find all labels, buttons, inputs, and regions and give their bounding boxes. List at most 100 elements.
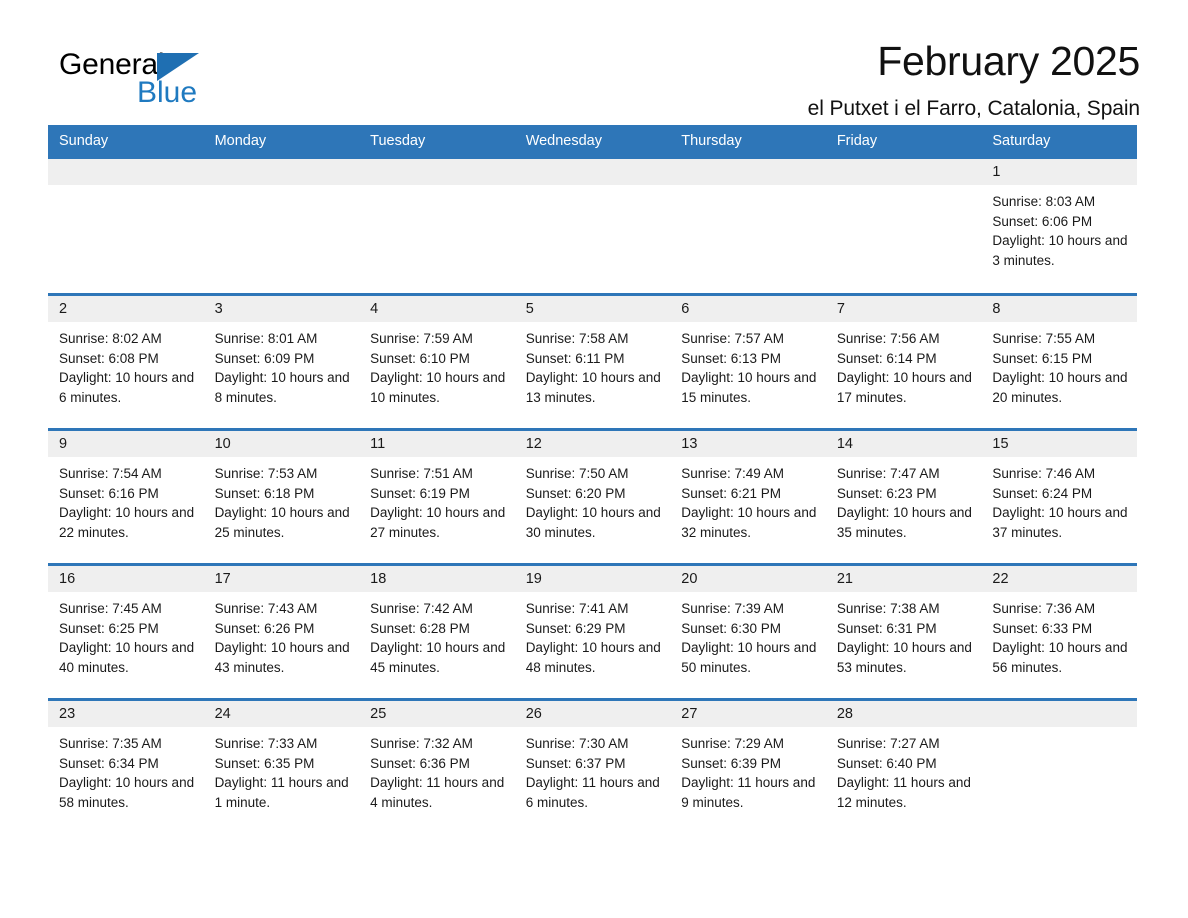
calendar-day-cell[interactable]: 24 Sunrise: 7:33 AM Sunset: 6:35 PM Dayligh… [203, 698, 360, 821]
calendar-day-cell[interactable]: 23 Sunrise: 7:35 AM Sunset: 6:34 PM Dayligh… [48, 698, 204, 821]
day-number: 27 [670, 701, 826, 727]
sunset-text: Sunset: 6:30 PM [681, 620, 782, 636]
calendar-day-cell[interactable]: 10 Sunrise: 7:53 AM Sunset: 6:18 PM Dayligh… [203, 428, 360, 565]
day-sun-info: Sunrise: 7:58 AM Sunset: 6:11 PM Daylight:… [515, 322, 671, 407]
day-sun-info: Sunrise: 7:43 AM Sunset: 6:26 PM Daylight:… [204, 592, 360, 677]
sunrise-text: Sunrise: 7:53 AM [214, 466, 318, 481]
day-cell-content [670, 159, 826, 293]
sunset-text: Sunset: 6:31 PM [836, 620, 937, 636]
day-sun-info: Sunrise: 7:56 AM Sunset: 6:14 PM Daylight:… [826, 322, 982, 407]
sunrise-text: Sunrise: 7:39 AM [681, 601, 785, 616]
day-sun-info: Sunrise: 7:27 AM Sunset: 6:40 PM Daylight:… [826, 727, 982, 812]
day-number: 8 [981, 296, 1137, 322]
day-number [670, 159, 826, 185]
weekday-header-monday: Monday [203, 125, 360, 158]
day-cell-content: 18 Sunrise: 7:42 AM Sunset: 6:28 PM Dayligh… [359, 566, 515, 698]
calendar-day-cell[interactable]: 9 Sunrise: 7:54 AM Sunset: 6:16 PM Daylight… [48, 428, 204, 565]
day-cell-content [359, 159, 515, 293]
day-sun-info: Sunrise: 7:29 AM Sunset: 6:39 PM Daylight:… [670, 727, 826, 812]
day-cell-content: 13 Sunrise: 7:49 AM Sunset: 6:21 PM Dayligh… [670, 431, 826, 563]
sunrise-text: Sunrise: 7:27 AM [836, 736, 940, 751]
day-cell-content: 8 Sunrise: 7:55 AM Sunset: 6:15 PM Daylight… [981, 296, 1137, 428]
day-cell-content: 5 Sunrise: 7:58 AM Sunset: 6:11 PM Daylight… [514, 296, 671, 428]
calendar-page: General Blue February 2025 el Putxet i e… [0, 0, 1188, 918]
day-cell-content: 24 Sunrise: 7:33 AM Sunset: 6:35 PM Dayligh… [203, 701, 360, 821]
day-number [981, 701, 1137, 727]
daylight-text: Daylight: 10 hours and 35 minutes. [836, 505, 972, 540]
daylight-text: Daylight: 10 hours and 13 minutes. [525, 370, 661, 405]
weekday-header-thursday: Thursday [670, 125, 826, 158]
sunset-text: Sunset: 6:06 PM [992, 213, 1093, 229]
calendar-day-cell[interactable]: 3 Sunrise: 8:01 AM Sunset: 6:09 PM Daylight… [203, 293, 360, 430]
daylight-text: Daylight: 10 hours and 53 minutes. [836, 640, 972, 675]
sunrise-text: Sunrise: 7:45 AM [59, 601, 162, 616]
day-number: 3 [203, 296, 360, 322]
calendar-day-cell[interactable]: 17 Sunrise: 7:43 AM Sunset: 6:26 PM Dayligh… [203, 563, 360, 700]
calendar-week-row: 1 Sunrise: 8:03 AM Sunset: 6:06 PM Daylight… [48, 156, 1137, 295]
daylight-text: Daylight: 10 hours and 3 minutes. [992, 233, 1128, 268]
calendar-day-cell[interactable]: 25 Sunrise: 7:32 AM Sunset: 6:36 PM Dayligh… [359, 698, 515, 821]
sunrise-text: Sunrise: 7:59 AM [370, 331, 473, 346]
calendar-day-cell[interactable]: 22 Sunrise: 7:36 AM Sunset: 6:33 PM Dayligh… [981, 563, 1137, 700]
daylight-text: Daylight: 10 hours and 58 minutes. [59, 775, 195, 810]
calendar-day-cell[interactable]: 13 Sunrise: 7:49 AM Sunset: 6:21 PM Dayligh… [670, 428, 826, 565]
sunset-text: Sunset: 6:10 PM [370, 350, 470, 366]
sunset-text: Sunset: 6:29 PM [525, 620, 626, 636]
sunset-text: Sunset: 6:33 PM [992, 620, 1093, 636]
day-number: 22 [981, 566, 1137, 592]
day-sun-info: Sunrise: 7:36 AM Sunset: 6:33 PM Daylight:… [981, 592, 1137, 677]
sunset-text: Sunset: 6:18 PM [214, 485, 315, 501]
day-sun-info: Sunrise: 7:49 AM Sunset: 6:21 PM Daylight:… [670, 457, 826, 542]
day-sun-info: Sunrise: 8:02 AM Sunset: 6:08 PM Daylight:… [48, 322, 204, 407]
day-number: 18 [359, 566, 515, 592]
day-cell-content: 11 Sunrise: 7:51 AM Sunset: 6:19 PM Dayligh… [359, 431, 515, 563]
sunset-text: Sunset: 6:35 PM [214, 755, 315, 771]
calendar-day-cell[interactable]: 1 Sunrise: 8:03 AM Sunset: 6:06 PM Daylight… [981, 156, 1137, 295]
sunrise-text: Sunrise: 7:30 AM [525, 736, 629, 751]
day-number: 14 [825, 431, 982, 457]
day-cell-content: 10 Sunrise: 7:53 AM Sunset: 6:18 PM Dayligh… [203, 431, 360, 563]
sunrise-text: Sunrise: 7:42 AM [370, 601, 473, 616]
calendar-day-cell[interactable]: 2 Sunrise: 8:02 AM Sunset: 6:08 PM Daylight… [48, 293, 204, 430]
calendar-day-cell[interactable]: 19 Sunrise: 7:41 AM Sunset: 6:29 PM Dayligh… [514, 563, 671, 700]
calendar-day-cell[interactable]: 28 Sunrise: 7:27 AM Sunset: 6:40 PM Dayligh… [825, 698, 982, 821]
day-number: 5 [514, 296, 671, 322]
daylight-text: Daylight: 10 hours and 56 minutes. [992, 640, 1128, 675]
day-number: 16 [48, 566, 204, 592]
calendar-day-cell[interactable]: 6 Sunrise: 7:57 AM Sunset: 6:13 PM Daylight… [670, 293, 826, 430]
calendar-day-cell[interactable]: 27 Sunrise: 7:29 AM Sunset: 6:39 PM Dayligh… [670, 698, 826, 821]
sunset-text: Sunset: 6:24 PM [992, 485, 1093, 501]
day-number: 26 [514, 701, 671, 727]
weekday-header-tuesday: Tuesday [359, 125, 515, 158]
calendar-day-cell[interactable]: 18 Sunrise: 7:42 AM Sunset: 6:28 PM Dayligh… [359, 563, 515, 700]
calendar-day-cell[interactable]: 11 Sunrise: 7:51 AM Sunset: 6:19 PM Dayligh… [359, 428, 515, 565]
calendar-day-cell[interactable]: 4 Sunrise: 7:59 AM Sunset: 6:10 PM Daylight… [359, 293, 515, 430]
sunset-text: Sunset: 6:11 PM [525, 350, 625, 366]
calendar-day-cell[interactable]: 7 Sunrise: 7:56 AM Sunset: 6:14 PM Daylight… [825, 293, 982, 430]
day-number: 13 [670, 431, 826, 457]
daylight-text: Daylight: 10 hours and 15 minutes. [681, 370, 817, 405]
calendar-week-row: 2 Sunrise: 8:02 AM Sunset: 6:08 PM Daylight… [48, 293, 1137, 430]
day-number: 11 [359, 431, 515, 457]
day-cell-content [825, 159, 982, 293]
day-cell-content [514, 159, 671, 293]
sunrise-text: Sunrise: 7:33 AM [214, 736, 318, 751]
day-sun-info: Sunrise: 7:41 AM Sunset: 6:29 PM Daylight:… [515, 592, 671, 677]
calendar-day-cell[interactable]: 20 Sunrise: 7:39 AM Sunset: 6:30 PM Dayligh… [670, 563, 826, 700]
calendar-day-cell[interactable]: 8 Sunrise: 7:55 AM Sunset: 6:15 PM Daylight… [981, 293, 1137, 430]
calendar-day-cell[interactable]: 21 Sunrise: 7:38 AM Sunset: 6:31 PM Dayligh… [825, 563, 982, 700]
calendar-day-cell[interactable]: 5 Sunrise: 7:58 AM Sunset: 6:11 PM Daylight… [514, 293, 671, 430]
calendar-day-cell[interactable]: 12 Sunrise: 7:50 AM Sunset: 6:20 PM Dayligh… [514, 428, 671, 565]
day-cell-content: 28 Sunrise: 7:27 AM Sunset: 6:40 PM Dayligh… [825, 701, 982, 821]
day-sun-info: Sunrise: 7:57 AM Sunset: 6:13 PM Daylight:… [670, 322, 826, 407]
calendar-day-cell[interactable]: 26 Sunrise: 7:30 AM Sunset: 6:37 PM Dayligh… [514, 698, 671, 821]
day-number: 1 [981, 159, 1137, 185]
calendar-day-cell[interactable]: 16 Sunrise: 7:45 AM Sunset: 6:25 PM Dayligh… [48, 563, 204, 700]
calendar-empty-cell [670, 156, 826, 295]
logo-text-blue: Blue [137, 76, 198, 109]
day-cell-content: 3 Sunrise: 8:01 AM Sunset: 6:09 PM Daylight… [203, 296, 360, 428]
generalblue-logo: General Blue [59, 48, 259, 116]
calendar-day-cell[interactable]: 15 Sunrise: 7:46 AM Sunset: 6:24 PM Dayligh… [981, 428, 1137, 565]
sunrise-text: Sunrise: 7:36 AM [992, 601, 1096, 616]
calendar-day-cell[interactable]: 14 Sunrise: 7:47 AM Sunset: 6:23 PM Dayligh… [825, 428, 982, 565]
